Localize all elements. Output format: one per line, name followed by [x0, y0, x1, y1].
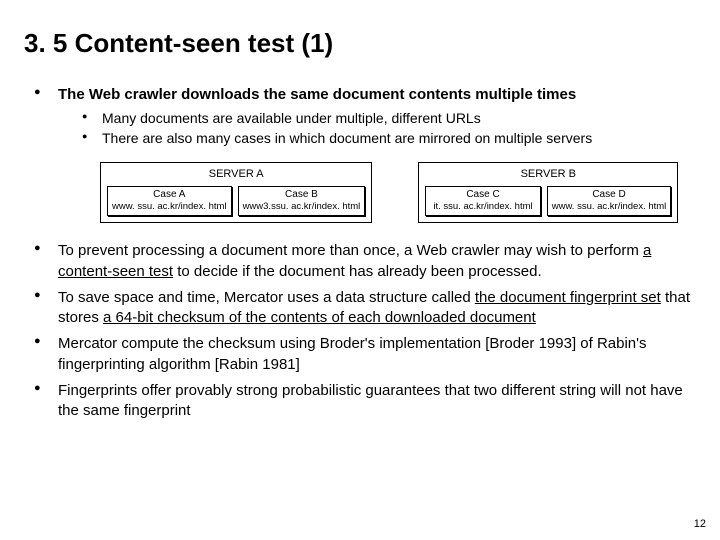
server-b-box: SERVER B Case C it. ssu. ac.kr/index. ht… — [418, 162, 678, 223]
case-name: Case C — [430, 189, 535, 202]
underlined-text: a 64-bit checksum of the contents of eac… — [103, 309, 536, 326]
server-a-label: SERVER A — [107, 167, 365, 182]
bullet-item: To save space and time, Mercator uses a … — [32, 288, 696, 329]
sub-bullet-item: Many documents are available under multi… — [80, 109, 696, 128]
bullet-text-part: To save space and time, Mercator uses a … — [58, 289, 475, 306]
case-url: www. ssu. ac.kr/index. html — [552, 201, 667, 213]
bullet-text-part: To prevent processing a document more th… — [58, 242, 643, 259]
case-d-box: Case D www. ssu. ac.kr/index. html — [547, 186, 672, 216]
case-name: Case A — [112, 189, 227, 202]
bullet-text: The Web crawler downloads the same docum… — [58, 86, 576, 103]
bullet-item: Fingerprints offer provably strong proba… — [32, 381, 696, 422]
case-a-box: Case A www. ssu. ac.kr/index. html — [107, 186, 232, 216]
case-b-box: Case B www3.ssu. ac.kr/index. html — [238, 186, 366, 216]
server-b-label: SERVER B — [425, 167, 671, 182]
case-c-box: Case C it. ssu. ac.kr/index. html — [425, 186, 540, 216]
bullet-text-part: to decide if the document has already be… — [173, 263, 542, 280]
case-url: www. ssu. ac.kr/index. html — [112, 201, 227, 213]
bullet-item: The Web crawler downloads the same docum… — [32, 85, 696, 223]
case-url: it. ssu. ac.kr/index. html — [430, 201, 535, 213]
case-url: www3.ssu. ac.kr/index. html — [243, 201, 361, 213]
bullet-item: To prevent processing a document more th… — [32, 241, 696, 282]
server-diagram: SERVER A Case A www. ssu. ac.kr/index. h… — [100, 162, 696, 223]
case-name: Case D — [552, 189, 667, 202]
bullet-item: Mercator compute the checksum using Brod… — [32, 334, 696, 375]
case-name: Case B — [243, 189, 361, 202]
slide-content: The Web crawler downloads the same docum… — [24, 85, 696, 421]
server-a-box: SERVER A Case A www. ssu. ac.kr/index. h… — [100, 162, 372, 223]
underlined-text: the document fingerprint set — [475, 289, 661, 306]
sub-bullet-item: There are also many cases in which docum… — [80, 129, 696, 148]
page-number: 12 — [694, 518, 706, 530]
slide-title: 3. 5 Content-seen test (1) — [24, 28, 696, 59]
